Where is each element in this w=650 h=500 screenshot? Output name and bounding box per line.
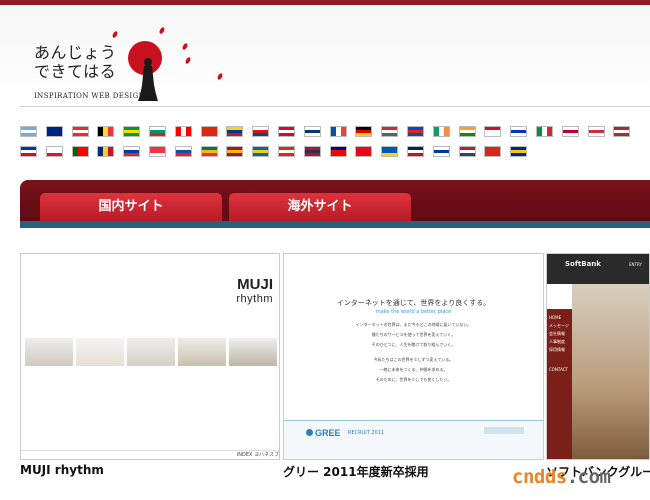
flag-italy-icon[interactable]: [536, 126, 553, 137]
thumbnail-photo: [127, 338, 175, 366]
site-thumbnail-muji[interactable]: MUJI rhythm INDEX ヨハネスブ: [20, 253, 280, 460]
flag-turkey-icon[interactable]: [355, 146, 372, 157]
flag-russia-icon[interactable]: [123, 146, 140, 157]
gree-body-line: 今私たちはこの世界を少しずつ変えている。: [373, 357, 454, 362]
muji-footer: INDEX ヨハネスブ: [21, 450, 279, 459]
flag-colombia-icon[interactable]: [226, 126, 243, 137]
site-header: あんじょう できてはる INSPIRATION WEB DESIGN: [0, 5, 650, 105]
site-thumbnail-gree[interactable]: インターネットを通じて、世界をより良くする。 make the world a …: [283, 253, 544, 460]
muji-brand: MUJI: [237, 276, 273, 293]
softbank-photo: [572, 284, 649, 459]
flag-south-africa-icon[interactable]: [201, 146, 218, 157]
softbank-entry-button[interactable]: ENTRY: [629, 262, 642, 267]
flag-iceland-icon[interactable]: [407, 126, 424, 137]
softbank-menu-item[interactable]: 採用情報: [549, 347, 565, 353]
flag-vietnam-icon[interactable]: [484, 146, 501, 157]
petal-icon: [158, 26, 166, 35]
softbank-header: SoftBank ENTRY: [547, 254, 649, 284]
flag-sweden-icon[interactable]: [252, 146, 269, 157]
softbank-logo: SoftBank: [565, 260, 601, 268]
flag-argentina-icon[interactable]: [20, 126, 37, 137]
tab-overseas-sites[interactable]: 海外サイト: [229, 193, 411, 221]
watermark-part: .com: [566, 466, 611, 488]
gree-footer-bar: GREE RECRUIT 2011: [284, 420, 543, 459]
flag-usa-icon[interactable]: [459, 146, 476, 157]
flag-indonesia-icon[interactable]: [484, 126, 501, 137]
logo-text: あんじょう できてはる: [34, 43, 117, 81]
flag-romania-icon[interactable]: [97, 146, 114, 157]
flag-ukraine-icon[interactable]: [381, 146, 398, 157]
softbank-menu: HOME メッセージ 会社情報 人事制度 採用情報 CONTACT: [547, 309, 572, 459]
flag-japan-icon[interactable]: [562, 126, 579, 137]
thumbnail-photo: [178, 338, 226, 366]
flag-belgium-icon[interactable]: [97, 126, 114, 137]
softbank-menu-item[interactable]: HOME: [549, 315, 561, 320]
flag-poland-icon[interactable]: [46, 146, 63, 157]
thumbnail-photo: [25, 338, 73, 366]
flag-germany-icon[interactable]: [355, 126, 372, 137]
watermark-part: dds: [533, 466, 567, 488]
flag-france-icon[interactable]: [330, 126, 347, 137]
flag-bosnia-icon[interactable]: [510, 146, 527, 157]
gree-body-line: そのために、世界を少しでも良くしたい。: [375, 377, 452, 382]
thumbnail-photo: [76, 338, 124, 366]
flag-latvia-icon[interactable]: [613, 126, 630, 137]
flag-ireland-icon[interactable]: [433, 126, 450, 137]
gree-body-line: インターネットの世界は、まだ今もどこの地域に届いていない。: [355, 322, 472, 327]
gree-body-line: 一緒に未来をつくる、仲間を求める。: [379, 367, 448, 372]
gree-body-line: 僕たちのサービスを使って世界を変えていく。: [371, 332, 456, 337]
gree-nav-button[interactable]: [484, 427, 524, 434]
header-divider: [20, 106, 650, 107]
petal-icon: [111, 30, 119, 39]
flag-philippines-icon[interactable]: [20, 146, 37, 157]
nav-underline: [20, 221, 650, 228]
flag-bulgaria-icon[interactable]: [149, 126, 166, 137]
muji-brand-sub: rhythm: [236, 293, 273, 305]
flag-singapore-icon[interactable]: [149, 146, 166, 157]
site-logo[interactable]: あんじょう できてはる INSPIRATION WEB DESIGN: [34, 41, 194, 103]
watermark: cndds.com: [512, 466, 611, 488]
petal-icon: [216, 72, 224, 81]
tab-domestic-sites[interactable]: 国内サイト: [40, 193, 222, 221]
flag-brazil-icon[interactable]: [123, 126, 140, 137]
flag-switzerland-icon[interactable]: [278, 146, 295, 157]
gree-logo-icon: [306, 429, 313, 436]
thumbnail-photo: [229, 338, 277, 366]
softbank-menu-item[interactable]: CONTACT: [549, 367, 568, 372]
flag-slovakia-icon[interactable]: [175, 146, 192, 157]
softbank-menu-item[interactable]: 人事制度: [549, 339, 565, 345]
logo-line-2: できてはる: [34, 62, 117, 81]
flag-taiwan-icon[interactable]: [330, 146, 347, 157]
softbank-menu-item[interactable]: メッセージ: [549, 323, 569, 329]
flag-canada-icon[interactable]: [175, 126, 192, 137]
gree-logo: GREE: [315, 428, 341, 438]
flag-portugal-icon[interactable]: [72, 146, 89, 157]
gree-subline: make the world a better place: [375, 309, 452, 315]
flag-china-icon[interactable]: [201, 126, 218, 137]
flag-austria-icon[interactable]: [72, 126, 89, 137]
flag-denmark-icon[interactable]: [278, 126, 295, 137]
muji-logo: MUJI rhythm: [236, 276, 273, 306]
flag-hungary-icon[interactable]: [381, 126, 398, 137]
flag-uk-icon[interactable]: [407, 146, 424, 157]
softbank-menu-item[interactable]: 会社情報: [549, 331, 565, 337]
flag-korea-icon[interactable]: [588, 126, 605, 137]
logo-line-1: あんじょう: [34, 43, 117, 62]
flag-israel-icon[interactable]: [510, 126, 527, 137]
site-caption-gree[interactable]: グリー 2011年度新卒採用: [283, 463, 429, 480]
flag-india-icon[interactable]: [459, 126, 476, 137]
flag-czech-icon[interactable]: [252, 126, 269, 137]
watermark-part: cn: [512, 466, 534, 488]
logo-tagline: INSPIRATION WEB DESIGN: [34, 92, 146, 100]
flag-australia-icon[interactable]: [46, 126, 63, 137]
gree-logo-sub: RECRUIT 2011: [348, 430, 385, 436]
flag-finland-icon[interactable]: [304, 126, 321, 137]
flag-uruguay-icon[interactable]: [433, 146, 450, 157]
flag-spain-icon[interactable]: [226, 146, 243, 157]
site-caption-muji[interactable]: MUJI rhythm: [20, 463, 104, 477]
site-thumbnail-softbank[interactable]: SoftBank ENTRY HOME メッセージ 会社情報 人事制度 採用情報…: [546, 253, 650, 460]
flag-thailand-icon[interactable]: [304, 146, 321, 157]
gree-body-line: そのひとつに、人生を賭けて取り組んでいく。: [371, 342, 456, 347]
gree-headline: インターネットを通じて、世界をより良くする。: [336, 299, 491, 307]
